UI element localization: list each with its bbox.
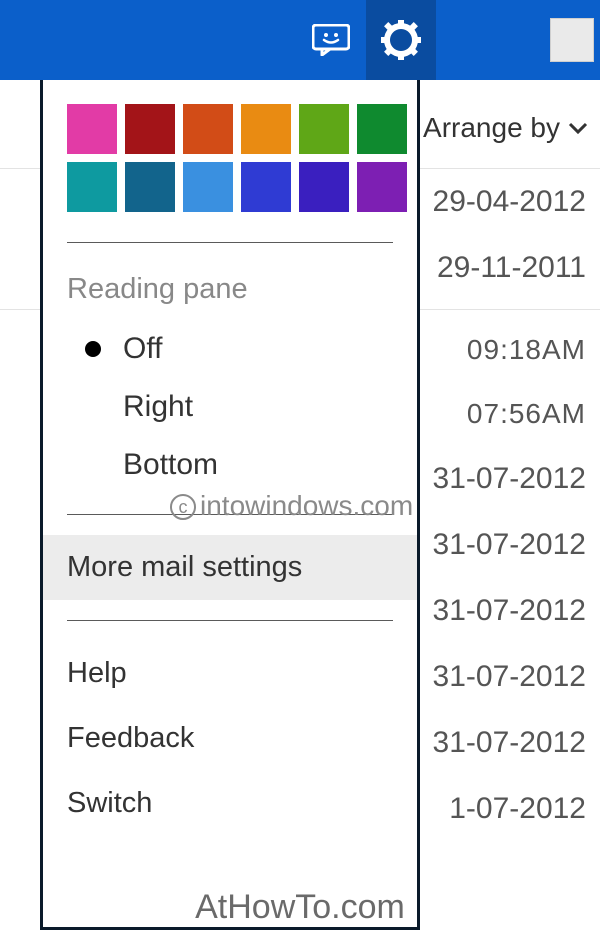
help-item[interactable]: Help	[43, 641, 417, 706]
theme-swatch[interactable]	[183, 104, 233, 154]
feedback-item[interactable]: Feedback	[43, 706, 417, 771]
gear-icon	[381, 20, 421, 60]
theme-swatch[interactable]	[357, 104, 407, 154]
chevron-down-icon	[568, 121, 588, 135]
theme-color-grid	[43, 104, 417, 222]
radio-label: Off	[123, 332, 162, 366]
arrange-by-label: Arrange by	[423, 112, 560, 144]
theme-swatch[interactable]	[183, 162, 233, 212]
settings-dropdown: Reading pane Off Right Bottom More mail …	[40, 80, 420, 930]
theme-swatch[interactable]	[241, 104, 291, 154]
theme-swatch[interactable]	[67, 104, 117, 154]
radio-label: Bottom	[123, 448, 218, 482]
avatar[interactable]	[550, 18, 594, 62]
chat-button[interactable]	[296, 0, 366, 80]
dropdown-divider	[67, 620, 393, 621]
more-mail-settings[interactable]: More mail settings	[43, 535, 417, 600]
chat-smiley-icon	[312, 24, 350, 56]
radio-selected-icon	[85, 341, 101, 357]
switch-item[interactable]: Switch	[43, 771, 417, 836]
theme-swatch[interactable]	[299, 104, 349, 154]
reading-pane-heading: Reading pane	[43, 263, 417, 320]
theme-swatch[interactable]	[67, 162, 117, 212]
theme-swatch[interactable]	[299, 162, 349, 212]
app-header	[0, 0, 600, 80]
dropdown-divider	[67, 242, 393, 243]
radio-label: Right	[123, 390, 193, 424]
theme-swatch[interactable]	[357, 162, 407, 212]
theme-swatch[interactable]	[125, 162, 175, 212]
content-area: Arrange by 29-04-2012 29-11-2011 09:18AM…	[0, 80, 600, 933]
theme-swatch[interactable]	[125, 104, 175, 154]
reading-pane-bottom[interactable]: Bottom	[43, 436, 417, 494]
header-spacer	[436, 0, 546, 80]
settings-button[interactable]	[366, 0, 436, 80]
reading-pane-off[interactable]: Off	[43, 320, 417, 378]
reading-pane-right[interactable]: Right	[43, 378, 417, 436]
theme-swatch[interactable]	[241, 162, 291, 212]
dropdown-divider	[67, 514, 393, 515]
